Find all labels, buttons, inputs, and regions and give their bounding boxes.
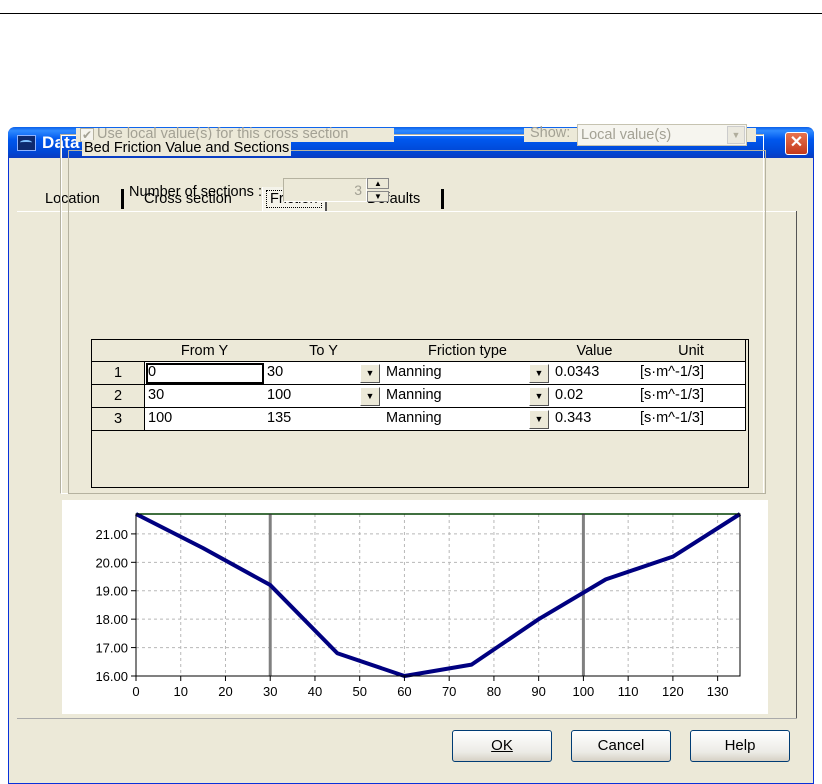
row-number: 1	[92, 362, 145, 385]
x-tick-label: 130	[707, 684, 729, 699]
chevron-down-icon[interactable]: ▼	[529, 387, 549, 406]
column-header-value[interactable]: Value	[552, 340, 638, 362]
chart-svg: 0 10 20 30 40 50 60 70 80 90 100 110 120 130 16.00 17.0…	[95, 512, 742, 699]
y-tick-label: 18.00	[95, 612, 128, 627]
from-y-cell[interactable]: 100	[145, 408, 265, 431]
from-y-cell[interactable]: 30	[145, 385, 265, 408]
friction-type-cell[interactable]: Manning	[383, 362, 553, 385]
spin-up-icon[interactable]: ▲	[367, 178, 389, 189]
y-tick-label: 17.00	[95, 641, 128, 656]
tab-page-right-edge	[796, 211, 797, 719]
unit-cell: [s·m^-1/3]	[637, 385, 746, 408]
friction-type-cell[interactable]: Manning	[383, 408, 553, 431]
value-cell[interactable]: 0.0343	[552, 362, 638, 385]
number-of-sections-label: Number of sections :	[129, 184, 262, 200]
friction-table: From Y To Y Friction type Value Unit 1 0…	[91, 339, 749, 488]
bed-friction-group-title: Bed Friction Value and Sections	[82, 140, 292, 156]
top-rule	[0, 13, 822, 14]
show-label: Show:	[530, 125, 571, 141]
x-tick-label: 30	[263, 684, 277, 699]
app-icon	[17, 135, 36, 151]
to-y-cell[interactable]: 135	[264, 408, 384, 431]
help-button-label: Help	[724, 737, 756, 754]
cancel-button[interactable]: Cancel	[571, 730, 671, 762]
spin-down-icon[interactable]: ▼	[367, 191, 389, 202]
close-button[interactable]: ✕	[785, 132, 808, 155]
x-tick-label: 70	[442, 684, 456, 699]
column-header-from-y[interactable]: From Y	[145, 340, 265, 362]
plot-area-frame	[135, 513, 741, 677]
cross-section-chart: 0 10 20 30 40 50 60 70 80 90 100 110 120 130 16.00 17.0…	[62, 500, 768, 714]
x-tick-label: 50	[352, 684, 366, 699]
row-number: 2	[92, 385, 145, 408]
x-tick-label: 90	[531, 684, 545, 699]
row-number: 3	[92, 408, 145, 431]
from-y-cell[interactable]: 0	[145, 362, 265, 385]
y-tick-label: 20.00	[95, 555, 128, 570]
number-of-sections-input[interactable]: 3	[283, 178, 367, 202]
chevron-down-icon: ▼	[727, 126, 745, 144]
chevron-down-icon[interactable]: ▼	[360, 364, 380, 383]
x-tick-label: 120	[662, 684, 684, 699]
x-tick-label: 0	[132, 684, 139, 699]
y-tick-label: 19.00	[95, 584, 128, 599]
x-tick-label: 10	[174, 684, 188, 699]
column-header-index	[92, 340, 146, 362]
x-tick-label: 40	[308, 684, 322, 699]
ok-button-label: OK	[491, 737, 513, 754]
sections-spinner[interactable]: ▲ ▼	[367, 178, 389, 202]
y-tick-label: 21.00	[95, 527, 128, 542]
cancel-button-label: Cancel	[597, 737, 645, 754]
chevron-down-icon[interactable]: ▼	[360, 387, 380, 406]
column-header-friction-type[interactable]: Friction type	[383, 340, 553, 362]
help-button[interactable]: Help	[690, 730, 790, 762]
ok-button[interactable]: OK	[452, 730, 552, 762]
x-tick-label: 80	[487, 684, 501, 699]
x-tick-label: 60	[397, 684, 411, 699]
tab-page-bottom-edge	[17, 718, 797, 719]
y-tick-label: 16.00	[95, 669, 128, 684]
x-tick-label: 20	[218, 684, 232, 699]
chevron-down-icon[interactable]: ▼	[529, 364, 549, 383]
value-cell[interactable]: 0.02	[552, 385, 638, 408]
bed-profile-line	[135, 512, 742, 678]
unit-cell: [s·m^-1/3]	[637, 408, 746, 431]
x-tick-label: 110	[618, 684, 639, 699]
column-header-unit[interactable]: Unit	[637, 340, 746, 362]
unit-cell: [s·m^-1/3]	[637, 362, 746, 385]
show-select[interactable]: Local value(s) ▼	[577, 124, 747, 146]
x-tick-label: 100	[573, 684, 595, 699]
chevron-down-icon[interactable]: ▼	[529, 410, 549, 429]
value-cell[interactable]: 0.343	[552, 408, 638, 431]
friction-type-cell[interactable]: Manning	[383, 385, 553, 408]
group-top-line	[440, 134, 524, 135]
column-header-to-y[interactable]: To Y	[264, 340, 384, 362]
